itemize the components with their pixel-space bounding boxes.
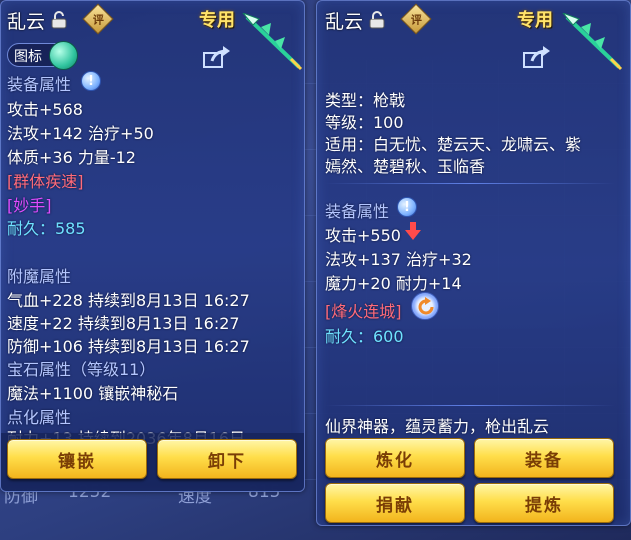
attr-line: 攻击+568	[7, 100, 83, 119]
eval-label: 评	[92, 13, 104, 26]
attr-line: 攻击+550	[325, 226, 401, 245]
item-title: 乱云	[7, 11, 46, 33]
attr-line: 法攻+142 治疗+50	[7, 124, 154, 143]
enchant-line: 防御+106 持续到8月13日 16:27	[7, 337, 250, 356]
equip-button[interactable]: 装备	[474, 438, 614, 478]
lock-icon[interactable]	[369, 11, 385, 29]
eval-label: 评	[410, 13, 422, 26]
fit-line: 嫣然、楚碧秋、玉临香	[325, 157, 486, 176]
bag-item-tooltip: 乱云 评 专用 类型：枪戟 等级：100 适用：白无忧、楚云天、龙啸云、紫 嫣然…	[316, 0, 631, 526]
lock-icon[interactable]	[51, 11, 67, 29]
gem-header: 宝石属性（等级11）	[7, 360, 156, 379]
special-badge: 专用	[517, 10, 553, 31]
donate-button[interactable]: 捐献	[325, 483, 465, 523]
enchant-line: 速度+22 持续到8月13日 16:27	[7, 314, 240, 333]
attr-line: 体质+36 力量-12	[7, 148, 136, 167]
spear-icon	[562, 13, 623, 71]
divider	[325, 405, 615, 406]
enchant-header: 附魔属性	[7, 267, 72, 286]
item-description: 仙界神器，蕴灵蓄力，枪出乱云	[325, 417, 550, 436]
toggle-knob-icon	[49, 41, 78, 70]
skill-line: [妙手]	[7, 196, 52, 215]
special-badge: 专用	[199, 10, 235, 31]
equip-attr-header: 装备属性	[7, 75, 72, 94]
down-arrow-icon	[405, 222, 421, 240]
info-icon[interactable]: !	[81, 71, 101, 91]
share-icon[interactable]	[523, 45, 551, 69]
enchant-line: 气血+228 持续到8月13日 16:27	[7, 291, 250, 310]
equip-attr-header: 装备属性	[325, 202, 390, 221]
equipped-item-tooltip: 乱云 评 专用 图标 装备属性 ! 攻击+568 法攻+142 治疗+50 体质…	[0, 0, 305, 492]
info-icon[interactable]: !	[397, 197, 417, 217]
item-title: 乱云	[325, 11, 364, 33]
share-icon[interactable]	[203, 45, 231, 69]
attr-line: 魔力+20 耐力+14	[325, 274, 462, 293]
eval-icon[interactable]: 评	[400, 3, 432, 35]
divider	[325, 183, 615, 184]
eval-icon[interactable]: 评	[82, 3, 114, 35]
durability-line: 耐久：600	[325, 327, 404, 346]
fit-line: 适用：白无忧、楚云天、龙啸云、紫	[325, 135, 582, 154]
attr-line: 法攻+137 治疗+32	[325, 250, 472, 269]
level-line: 等级：100	[325, 113, 404, 132]
icon-toggle-label: 图标	[14, 49, 42, 65]
refine-button[interactable]: 炼化	[325, 438, 465, 478]
gem-line: 魔法+1100 镶嵌神秘石	[7, 384, 179, 403]
refresh-icon[interactable]	[411, 292, 439, 320]
inlay-button[interactable]: 镶嵌	[7, 439, 147, 479]
durability-line: 耐久：585	[7, 219, 86, 238]
unequip-button[interactable]: 卸下	[157, 439, 297, 479]
skill-line: [烽火连城]	[325, 302, 402, 321]
extract-button[interactable]: 提炼	[474, 483, 614, 523]
type-line: 类型：枪戟	[325, 91, 406, 110]
icon-toggle[interactable]: 图标	[7, 41, 78, 70]
skill-line: [群体疾速]	[7, 172, 84, 191]
spear-icon	[242, 13, 303, 71]
